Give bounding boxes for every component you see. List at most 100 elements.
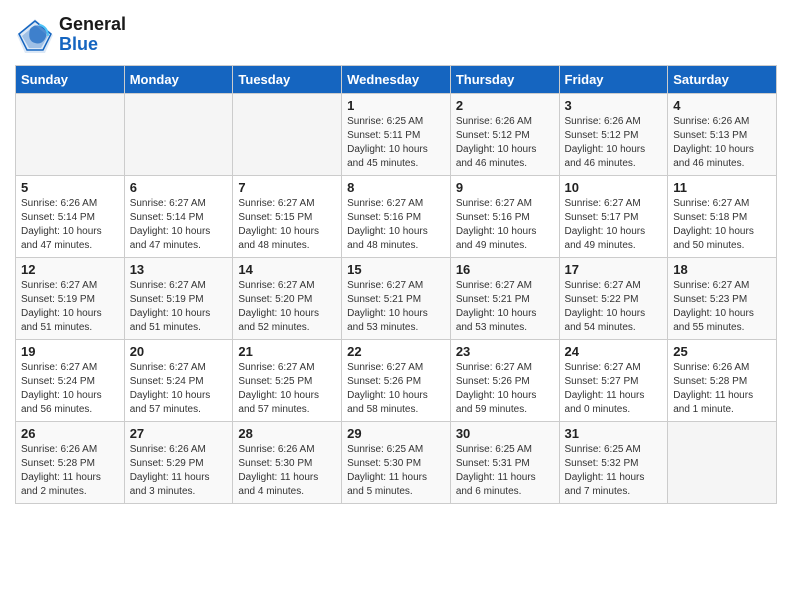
day-info: Sunrise: 6:27 AM Sunset: 5:19 PM Dayligh…: [130, 279, 228, 335]
day-info: Sunrise: 6:27 AM Sunset: 5:23 PM Dayligh…: [673, 279, 771, 335]
day-number: 10: [565, 180, 663, 195]
day-number: 8: [347, 180, 445, 195]
day-cell: 15Sunrise: 6:27 AM Sunset: 5:21 PM Dayli…: [342, 257, 451, 339]
day-number: 9: [456, 180, 554, 195]
day-info: Sunrise: 6:26 AM Sunset: 5:14 PM Dayligh…: [21, 197, 119, 253]
day-number: 28: [238, 426, 336, 441]
day-cell: 3 Sunrise: 6:26 AM Sunset: 5:12 PM Daylig…: [559, 93, 668, 175]
week-row-3: 12 Sunrise: 6:27 AM Sunset: 5:19 PM Dayli…: [16, 257, 777, 339]
week-row-1: 1 Sunrise: 6:25 AM Sunset: 5:11 PM Daylig…: [16, 93, 777, 175]
day-info: Sunrise: 6:27 AM Sunset: 5:16 PM Dayligh…: [347, 197, 445, 253]
day-cell: [16, 93, 125, 175]
day-cell: 10Sunrise: 6:27 AM Sunset: 5:17 PM Dayli…: [559, 175, 668, 257]
day-number: 20: [130, 344, 228, 359]
day-number: 6: [130, 180, 228, 195]
day-cell: [124, 93, 233, 175]
day-info: Sunrise: 6:27 AM Sunset: 5:16 PM Dayligh…: [456, 197, 554, 253]
day-number: 12: [21, 262, 119, 277]
day-info: Sunrise: 6:27 AM Sunset: 5:24 PM Dayligh…: [21, 361, 119, 417]
day-info: Sunrise: 6:26 AM Sunset: 5:12 PM Dayligh…: [565, 115, 663, 171]
day-cell: 29 Sunrise: 6:25 AM Sunset: 5:30 PM Dayli…: [342, 421, 451, 503]
day-cell: 22 Sunrise: 6:27 AM Sunset: 5:26 PM Dayli…: [342, 339, 451, 421]
day-number: 2: [456, 98, 554, 113]
day-cell: 11 Sunrise: 6:27 AM Sunset: 5:18 PM Dayli…: [668, 175, 777, 257]
day-info: Sunrise: 6:27 AM Sunset: 5:15 PM Dayligh…: [238, 197, 336, 253]
logo-icon: [15, 17, 55, 52]
day-cell: 4 Sunrise: 6:26 AM Sunset: 5:13 PM Daylig…: [668, 93, 777, 175]
day-number: 21: [238, 344, 336, 359]
day-number: 4: [673, 98, 771, 113]
day-cell: 1 Sunrise: 6:25 AM Sunset: 5:11 PM Daylig…: [342, 93, 451, 175]
weekday-header-wednesday: Wednesday: [342, 65, 451, 93]
day-cell: 16 Sunrise: 6:27 AM Sunset: 5:21 PM Dayli…: [450, 257, 559, 339]
day-cell: 2 Sunrise: 6:26 AM Sunset: 5:12 PM Daylig…: [450, 93, 559, 175]
day-number: 19: [21, 344, 119, 359]
day-info: Sunrise: 6:27 AM Sunset: 5:19 PM Dayligh…: [21, 279, 119, 335]
day-info: Sunrise: 6:25 AM Sunset: 5:11 PM Dayligh…: [347, 115, 445, 171]
day-cell: 30 Sunrise: 6:25 AM Sunset: 5:31 PM Dayli…: [450, 421, 559, 503]
day-number: 1: [347, 98, 445, 113]
day-info: Sunrise: 6:27 AM Sunset: 5:26 PM Dayligh…: [347, 361, 445, 417]
day-number: 26: [21, 426, 119, 441]
day-info: Sunrise: 6:27 AM Sunset: 5:21 PM Dayligh…: [456, 279, 554, 335]
logo: General Blue: [15, 15, 126, 55]
day-cell: 17 Sunrise: 6:27 AM Sunset: 5:22 PM Dayli…: [559, 257, 668, 339]
day-info: Sunrise: 6:26 AM Sunset: 5:30 PM Dayligh…: [238, 443, 336, 499]
week-row-4: 19 Sunrise: 6:27 AM Sunset: 5:24 PM Dayli…: [16, 339, 777, 421]
day-number: 11: [673, 180, 771, 195]
day-info: Sunrise: 6:26 AM Sunset: 5:29 PM Dayligh…: [130, 443, 228, 499]
day-info: Sunrise: 6:27 AM Sunset: 5:27 PM Dayligh…: [565, 361, 663, 417]
day-info: Sunrise: 6:25 AM Sunset: 5:30 PM Dayligh…: [347, 443, 445, 499]
day-info: Sunrise: 6:25 AM Sunset: 5:31 PM Dayligh…: [456, 443, 554, 499]
day-number: 22: [347, 344, 445, 359]
day-number: 18: [673, 262, 771, 277]
week-row-2: 5 Sunrise: 6:26 AM Sunset: 5:14 PM Daylig…: [16, 175, 777, 257]
day-cell: 9 Sunrise: 6:27 AM Sunset: 5:16 PM Daylig…: [450, 175, 559, 257]
day-cell: 7 Sunrise: 6:27 AM Sunset: 5:15 PM Daylig…: [233, 175, 342, 257]
day-cell: 19 Sunrise: 6:27 AM Sunset: 5:24 PM Dayli…: [16, 339, 125, 421]
day-number: 27: [130, 426, 228, 441]
day-cell: 31 Sunrise: 6:25 AM Sunset: 5:32 PM Dayli…: [559, 421, 668, 503]
day-cell: 24 Sunrise: 6:27 AM Sunset: 5:27 PM Dayli…: [559, 339, 668, 421]
day-number: 17: [565, 262, 663, 277]
day-info: Sunrise: 6:27 AM Sunset: 5:24 PM Dayligh…: [130, 361, 228, 417]
day-cell: 25Sunrise: 6:26 AM Sunset: 5:28 PM Dayli…: [668, 339, 777, 421]
day-cell: [668, 421, 777, 503]
day-info: Sunrise: 6:27 AM Sunset: 5:20 PM Dayligh…: [238, 279, 336, 335]
day-cell: [233, 93, 342, 175]
day-cell: 27 Sunrise: 6:26 AM Sunset: 5:29 PM Dayli…: [124, 421, 233, 503]
day-cell: 13Sunrise: 6:27 AM Sunset: 5:19 PM Dayli…: [124, 257, 233, 339]
day-info: Sunrise: 6:25 AM Sunset: 5:32 PM Dayligh…: [565, 443, 663, 499]
day-number: 23: [456, 344, 554, 359]
weekday-header-sunday: Sunday: [16, 65, 125, 93]
day-number: 31: [565, 426, 663, 441]
day-cell: 5 Sunrise: 6:26 AM Sunset: 5:14 PM Daylig…: [16, 175, 125, 257]
day-cell: 20 Sunrise: 6:27 AM Sunset: 5:24 PM Dayli…: [124, 339, 233, 421]
day-info: Sunrise: 6:27 AM Sunset: 5:18 PM Dayligh…: [673, 197, 771, 253]
day-info: Sunrise: 6:27 AM Sunset: 5:25 PM Dayligh…: [238, 361, 336, 417]
day-number: 3: [565, 98, 663, 113]
day-info: Sunrise: 6:27 AM Sunset: 5:21 PM Dayligh…: [347, 279, 445, 335]
day-number: 7: [238, 180, 336, 195]
week-row-5: 26Sunrise: 6:26 AM Sunset: 5:28 PM Dayli…: [16, 421, 777, 503]
day-number: 5: [21, 180, 119, 195]
page-header: General Blue: [15, 15, 777, 55]
weekday-header-friday: Friday: [559, 65, 668, 93]
day-number: 16: [456, 262, 554, 277]
day-cell: 8 Sunrise: 6:27 AM Sunset: 5:16 PM Daylig…: [342, 175, 451, 257]
weekday-header-thursday: Thursday: [450, 65, 559, 93]
calendar-table: SundayMondayTuesdayWednesdayThursdayFrid…: [15, 65, 777, 504]
day-info: Sunrise: 6:27 AM Sunset: 5:22 PM Dayligh…: [565, 279, 663, 335]
day-info: Sunrise: 6:26 AM Sunset: 5:12 PM Dayligh…: [456, 115, 554, 171]
day-number: 30: [456, 426, 554, 441]
day-cell: 23Sunrise: 6:27 AM Sunset: 5:26 PM Dayli…: [450, 339, 559, 421]
day-info: Sunrise: 6:26 AM Sunset: 5:13 PM Dayligh…: [673, 115, 771, 171]
day-cell: 12 Sunrise: 6:27 AM Sunset: 5:19 PM Dayli…: [16, 257, 125, 339]
day-number: 29: [347, 426, 445, 441]
weekday-header-monday: Monday: [124, 65, 233, 93]
day-cell: 14Sunrise: 6:27 AM Sunset: 5:20 PM Dayli…: [233, 257, 342, 339]
day-number: 24: [565, 344, 663, 359]
day-number: 25: [673, 344, 771, 359]
logo-text: General Blue: [59, 15, 126, 55]
day-cell: 6Sunrise: 6:27 AM Sunset: 5:14 PM Daylig…: [124, 175, 233, 257]
